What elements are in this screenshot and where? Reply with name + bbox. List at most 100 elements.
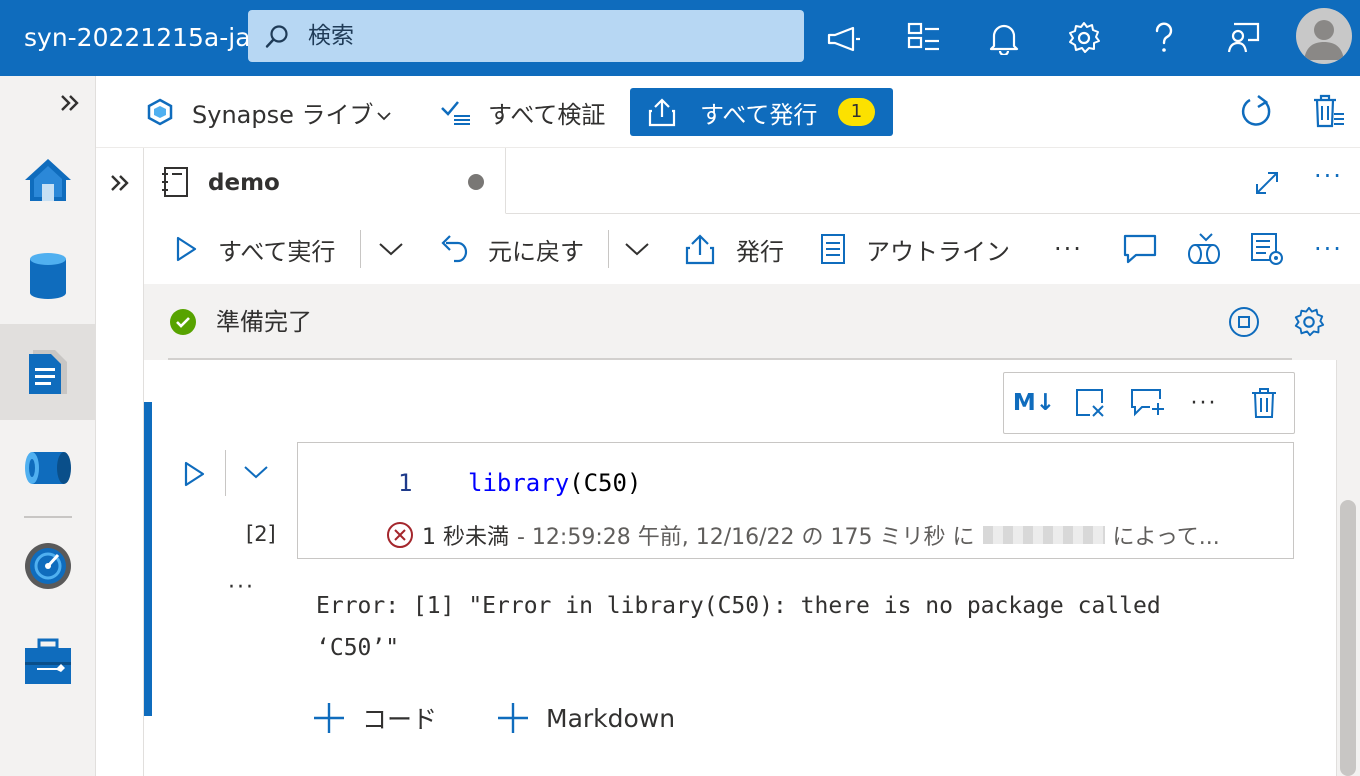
refresh-button[interactable] — [1238, 76, 1274, 148]
develop-icon — [27, 348, 69, 396]
left-nav — [0, 76, 96, 776]
delete-cell-button[interactable] — [1236, 373, 1292, 433]
line-number: 1 — [398, 469, 413, 497]
notebook-icon — [160, 166, 190, 198]
undo-options-dropdown[interactable] — [624, 214, 650, 284]
execution-detail: - 12:59:28 午前, 12/16/22 の 175 ミリ秒 に — [517, 525, 975, 550]
top-bar: syn-20221215a-jap 検索 — [0, 0, 1360, 76]
discard-all-button[interactable] — [1312, 76, 1346, 148]
scrollbar-thumb[interactable] — [1340, 500, 1356, 776]
clear-output-button[interactable] — [1062, 373, 1118, 433]
check-circle-icon — [170, 309, 196, 335]
directory-switch-icon[interactable] — [904, 18, 944, 58]
trash-icon — [1250, 387, 1278, 419]
publish-button[interactable]: 発行 — [684, 214, 784, 284]
gear-icon[interactable] — [1064, 18, 1104, 58]
toolbox-icon — [23, 638, 73, 686]
nav-integrate[interactable] — [0, 420, 96, 516]
cell-output: Error: [1] "Error in library(C50): there… — [316, 593, 1161, 661]
synapse-icon — [146, 98, 174, 126]
undo-icon — [438, 233, 468, 265]
avatar[interactable] — [1296, 8, 1352, 64]
run-all-label: すべて実行 — [218, 237, 336, 266]
workspace-toolbar: Synapse ライブ すべて検証 すべて発行 1 — [96, 76, 1360, 148]
notebook-more-button[interactable]: ··· — [1054, 214, 1083, 284]
mode-selector[interactable]: Synapse ライブ — [146, 76, 392, 148]
tab-demo[interactable]: demo — [144, 148, 506, 214]
chevron-down-icon — [624, 241, 650, 257]
bell-icon[interactable] — [984, 18, 1024, 58]
validate-all-label: すべて検証 — [488, 100, 606, 129]
tab-label: demo — [208, 170, 280, 196]
unsaved-indicator[interactable] — [468, 174, 484, 190]
run-cell-button[interactable] — [174, 452, 214, 496]
feedback-icon[interactable] — [1224, 18, 1264, 58]
code-keyword: library — [468, 469, 570, 497]
expand-pane-icon[interactable] — [108, 172, 132, 194]
variables-button[interactable] — [1186, 214, 1222, 284]
session-status-bar: 準備完了 — [144, 284, 1360, 360]
execution-count: [2] — [246, 522, 276, 546]
home-icon — [22, 156, 74, 204]
properties-button[interactable] — [1250, 214, 1284, 284]
megaphone-icon[interactable] — [824, 18, 864, 58]
search-placeholder[interactable]: 検索 — [308, 10, 354, 62]
publish-all-label: すべて発行 — [700, 100, 818, 129]
undo-button[interactable]: 元に戻す — [438, 214, 584, 284]
comment-add-icon — [1130, 387, 1166, 419]
code-line[interactable]: library(C50) — [468, 469, 641, 497]
nav-home[interactable] — [0, 132, 96, 228]
add-markdown-label: Markdown — [546, 703, 676, 733]
publish-all-button[interactable]: すべて発行 1 — [630, 88, 893, 136]
variables-icon — [1186, 232, 1222, 266]
error-circle-icon — [386, 521, 414, 549]
add-comment-button[interactable] — [1120, 373, 1176, 433]
stop-session-button[interactable] — [1228, 306, 1260, 338]
outline-button[interactable]: アウトライン — [820, 214, 1010, 284]
resource-pane-collapsed — [96, 148, 144, 776]
comments-button[interactable] — [1122, 214, 1158, 284]
search-icon — [264, 24, 290, 50]
chevron-down-icon — [376, 110, 392, 122]
nav-develop[interactable] — [0, 324, 96, 420]
toolbar-more-button[interactable]: ··· — [1314, 214, 1343, 284]
nav-manage[interactable] — [0, 614, 96, 710]
publish-count-badge: 1 — [838, 98, 875, 126]
pipeline-icon — [22, 448, 74, 488]
database-icon — [28, 251, 68, 301]
chevron-double-right-icon[interactable] — [58, 92, 82, 114]
monitor-icon — [23, 541, 73, 591]
tab-more-button[interactable]: ··· — [1314, 162, 1343, 190]
undo-label: 元に戻す — [488, 237, 584, 266]
play-icon — [174, 235, 198, 263]
run-all-button[interactable]: すべて実行 — [174, 214, 335, 284]
properties-icon — [1250, 232, 1284, 266]
add-code-button[interactable]: コード — [312, 696, 437, 740]
validate-icon — [440, 98, 472, 126]
nav-data[interactable] — [0, 228, 96, 324]
chevron-down-icon — [243, 464, 269, 480]
cell-actions-more[interactable]: ··· — [228, 575, 255, 600]
cell-more-button[interactable]: ··· — [1176, 373, 1232, 433]
publish-icon — [648, 97, 676, 127]
validate-all-button[interactable]: すべて検証 — [440, 76, 605, 148]
code-cell[interactable]: 1 library(C50) 1 秒未満 - 12:59:28 午前, 12/1… — [297, 442, 1294, 559]
execution-info: 1 秒未満 - 12:59:28 午前, 12/16/22 の 175 ミリ秒 … — [386, 519, 1286, 551]
workspace-name[interactable]: syn-20221215a-jap — [24, 20, 250, 56]
run-options-dropdown[interactable] — [378, 214, 404, 284]
nav-monitor[interactable] — [0, 518, 96, 614]
cell-toolbar: M↓ ··· — [1003, 372, 1295, 434]
help-icon[interactable] — [1144, 18, 1184, 58]
cell-run-options[interactable] — [238, 452, 274, 492]
comment-icon — [1122, 233, 1158, 265]
outline-icon — [820, 233, 846, 265]
execution-status: 1 秒未満 — [422, 525, 509, 550]
add-markdown-button[interactable]: Markdown — [496, 696, 675, 740]
maximize-icon[interactable] — [1254, 170, 1280, 196]
separator — [360, 230, 361, 268]
convert-markdown-button[interactable]: M↓ — [1006, 373, 1062, 433]
add-code-label: コード — [362, 705, 438, 734]
search-box[interactable]: 検索 — [248, 10, 804, 62]
session-settings-icon[interactable] — [1292, 305, 1326, 339]
notebook-toolbar: すべて実行 元に戻す 発行 アウトライン ··· ··· — [144, 214, 1360, 284]
